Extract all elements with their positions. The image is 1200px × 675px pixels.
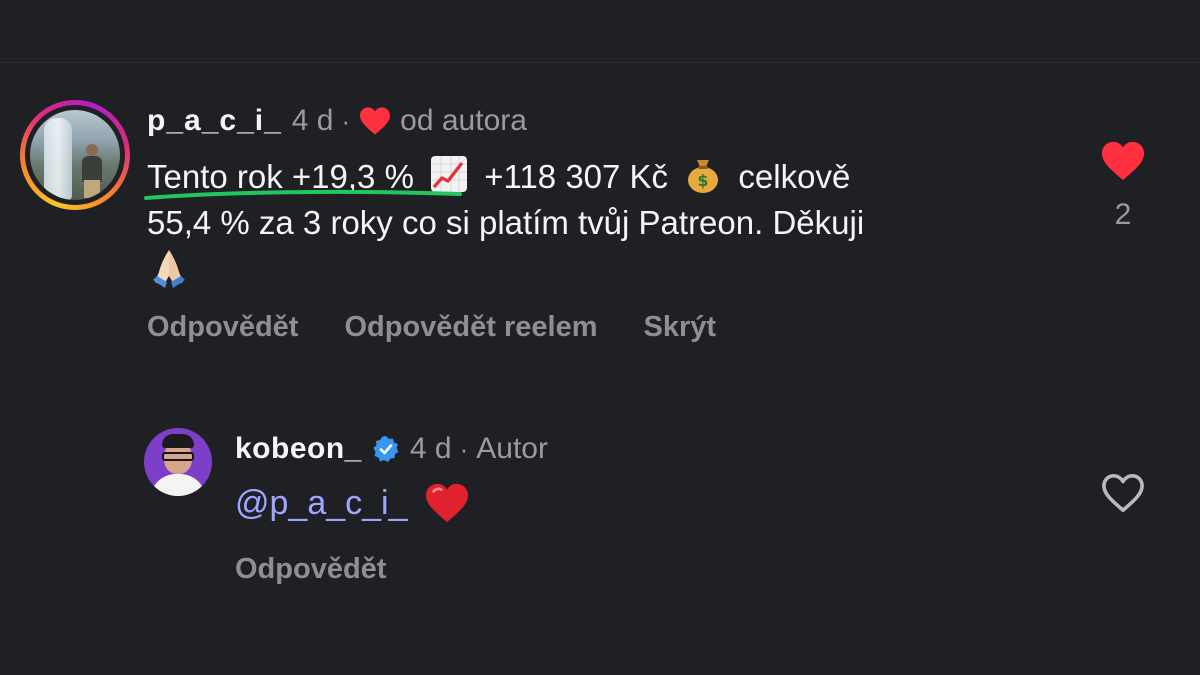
separator: · bbox=[341, 105, 351, 136]
comment-header: p_a_c_i_ 4 d · od autora bbox=[147, 104, 527, 138]
green-underline-annotation bbox=[144, 189, 462, 200]
comment-p_a_c_i_: p_a_c_i_ 4 d · od autora Tento rok +19,3… bbox=[0, 0, 1200, 380]
reply-actions: Odpovědět bbox=[235, 553, 432, 586]
avatar-story-ring[interactable] bbox=[20, 100, 130, 210]
red-heart-emoji-icon bbox=[425, 483, 468, 523]
timestamp: 4 d bbox=[409, 432, 452, 465]
mention-link[interactable]: @p_a_c_i_ bbox=[235, 484, 408, 523]
timestamp: 4 d bbox=[291, 104, 334, 137]
reply-text: @p_a_c_i_ bbox=[235, 482, 470, 524]
highlighted-text: Tento rok +19,3 % bbox=[144, 154, 462, 200]
folded-hands-emoji-icon bbox=[153, 250, 185, 288]
comment-actions: Odpovědět Odpovědět reelem Skrýt bbox=[147, 311, 762, 344]
like-count: 2 bbox=[1114, 198, 1132, 231]
username[interactable]: p_a_c_i_ bbox=[147, 104, 282, 138]
amount-text: +118 307 Kč bbox=[484, 158, 669, 195]
avatar[interactable] bbox=[144, 428, 212, 496]
comment-text-line2: 55,4 % za 3 roky co si platím tvůj Patre… bbox=[147, 204, 865, 241]
svg-text:$: $ bbox=[698, 171, 709, 190]
avatar bbox=[30, 110, 120, 200]
comment-text: Tento rok +19,3 % +118 307 Kč $ celkově … bbox=[144, 154, 1047, 296]
liked-by-author-heart-icon bbox=[360, 107, 391, 135]
reply-button[interactable]: Odpovědět bbox=[235, 553, 386, 586]
separator: · bbox=[459, 433, 469, 464]
reply-header: kobeon_ 4 d · Autor bbox=[235, 432, 548, 466]
like-column bbox=[1095, 472, 1151, 514]
like-column: 2 bbox=[1095, 140, 1151, 232]
reply-button[interactable]: Odpovědět bbox=[147, 311, 298, 344]
author-label: Autor bbox=[476, 432, 548, 465]
verified-badge-icon bbox=[373, 436, 399, 462]
heart-outline-icon[interactable] bbox=[1100, 472, 1146, 514]
hide-button[interactable]: Skrýt bbox=[644, 311, 717, 344]
reply-kobeon_: kobeon_ 4 d · Autor @p_a_c_i_ Odpovědět bbox=[0, 400, 1200, 675]
total-label: celkově bbox=[738, 158, 851, 195]
liked-by-author-label: od autora bbox=[400, 104, 527, 137]
reply-with-reel-button[interactable]: Odpovědět reelem bbox=[344, 311, 597, 344]
username[interactable]: kobeon_ bbox=[235, 432, 362, 466]
heart-filled-icon[interactable] bbox=[1100, 140, 1146, 182]
money-bag-emoji-icon: $ bbox=[688, 160, 719, 193]
